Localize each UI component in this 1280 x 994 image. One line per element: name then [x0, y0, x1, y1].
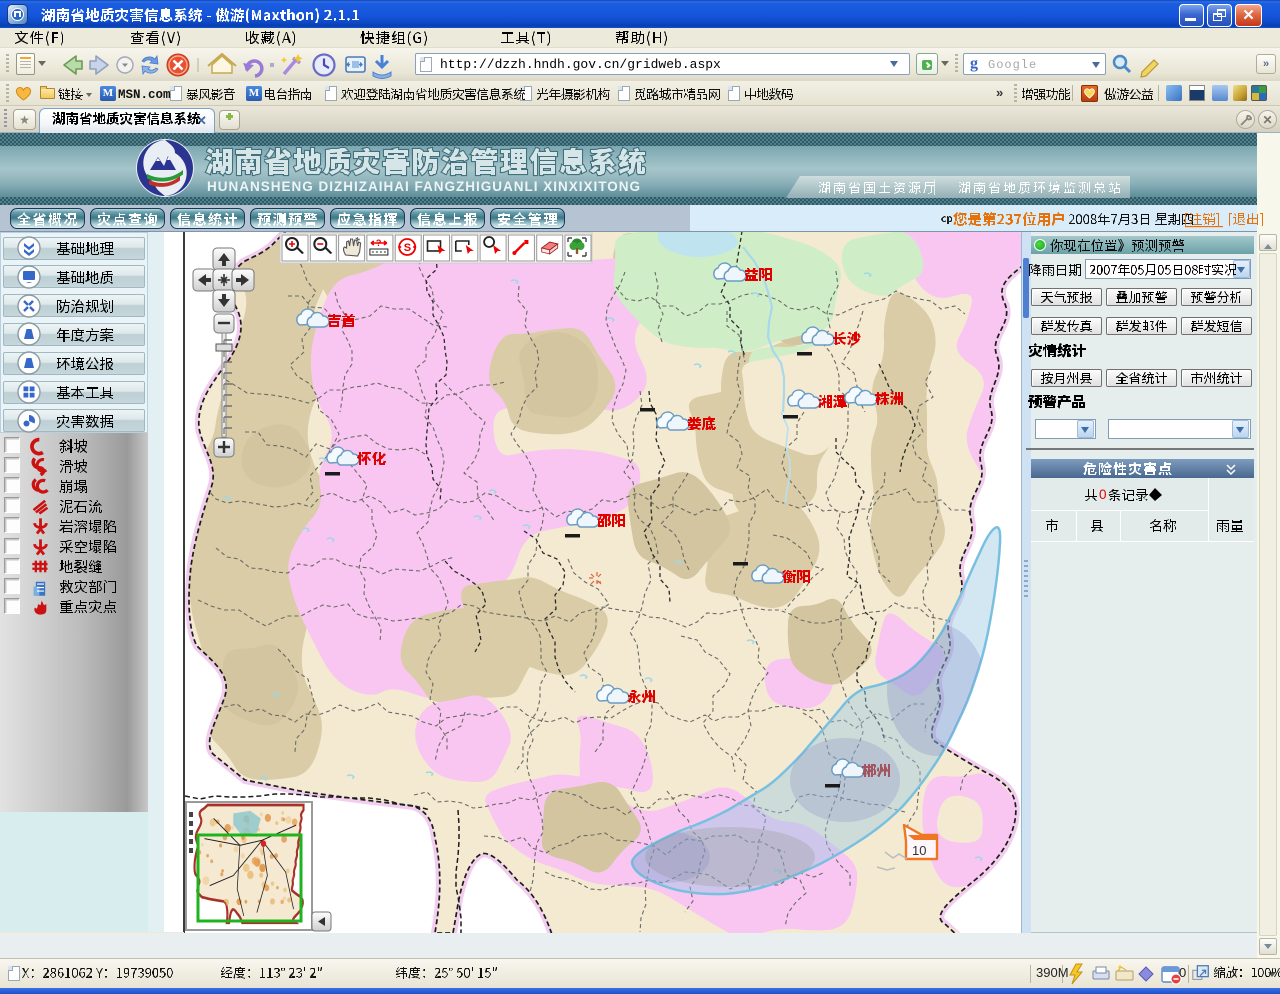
- svg-text:S: S: [404, 242, 411, 254]
- svg-text:?: ?: [376, 238, 382, 248]
- svg-text:10: 10: [912, 843, 926, 858]
